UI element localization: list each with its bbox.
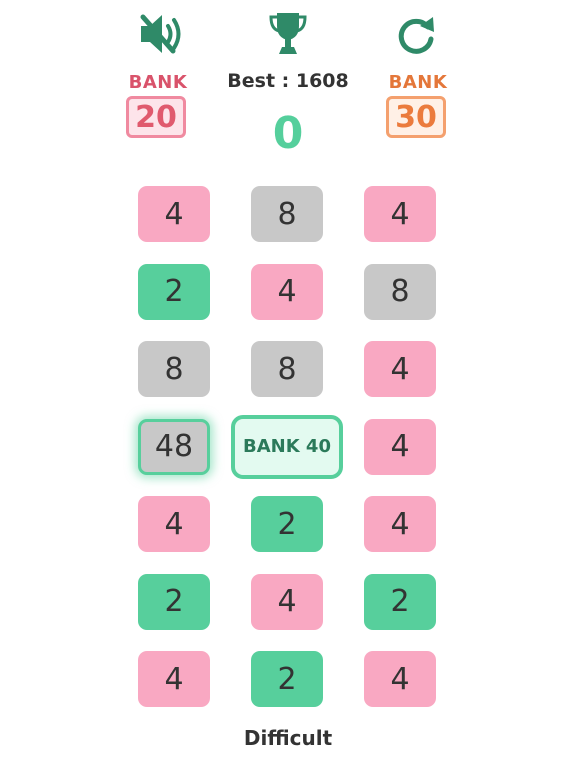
number-tile[interactable]: 4 xyxy=(138,496,210,552)
right-bank-value: 30 xyxy=(386,96,446,138)
right-bank: BANK 30 xyxy=(386,72,450,138)
selected-number-tile[interactable]: 48 xyxy=(138,418,210,475)
number-tile[interactable]: 4 xyxy=(138,651,210,707)
left-bank-label: BANK xyxy=(128,72,188,93)
restart-button[interactable] xyxy=(388,8,444,64)
right-bank-label: BANK xyxy=(388,72,448,93)
number-tile[interactable]: 8 xyxy=(251,186,323,242)
bank-tile[interactable]: BANK 40 xyxy=(231,414,343,479)
current-score: 0 xyxy=(272,108,304,159)
trophy-icon xyxy=(260,6,316,62)
number-tile[interactable]: 2 xyxy=(251,651,323,707)
number-tile[interactable]: 4 xyxy=(251,573,323,630)
number-tile[interactable]: 2 xyxy=(138,263,210,320)
best-score: Best : 1608 xyxy=(227,70,349,92)
number-tile[interactable]: 8 xyxy=(138,341,210,397)
difficulty-label[interactable]: Difficult xyxy=(188,726,388,750)
speaker-muted-icon xyxy=(140,14,181,54)
left-bank: BANK 20 xyxy=(126,72,190,138)
number-tile[interactable]: 8 xyxy=(251,341,323,397)
number-tile[interactable]: 4 xyxy=(138,186,210,242)
mute-button[interactable] xyxy=(134,6,190,62)
number-tile[interactable]: 4 xyxy=(251,263,323,320)
number-tile[interactable]: 4 xyxy=(364,341,436,397)
number-tile[interactable]: 4 xyxy=(364,418,436,475)
number-tile[interactable]: 8 xyxy=(364,263,436,320)
number-tile[interactable]: 2 xyxy=(138,573,210,630)
number-tile[interactable]: 4 xyxy=(364,496,436,552)
number-tile[interactable]: 4 xyxy=(364,651,436,707)
number-tile[interactable]: 4 xyxy=(364,186,436,242)
restart-icon xyxy=(398,17,434,54)
number-tile[interactable]: 2 xyxy=(364,573,436,630)
left-bank-value: 20 xyxy=(126,96,186,138)
number-tile[interactable]: 2 xyxy=(251,496,323,552)
